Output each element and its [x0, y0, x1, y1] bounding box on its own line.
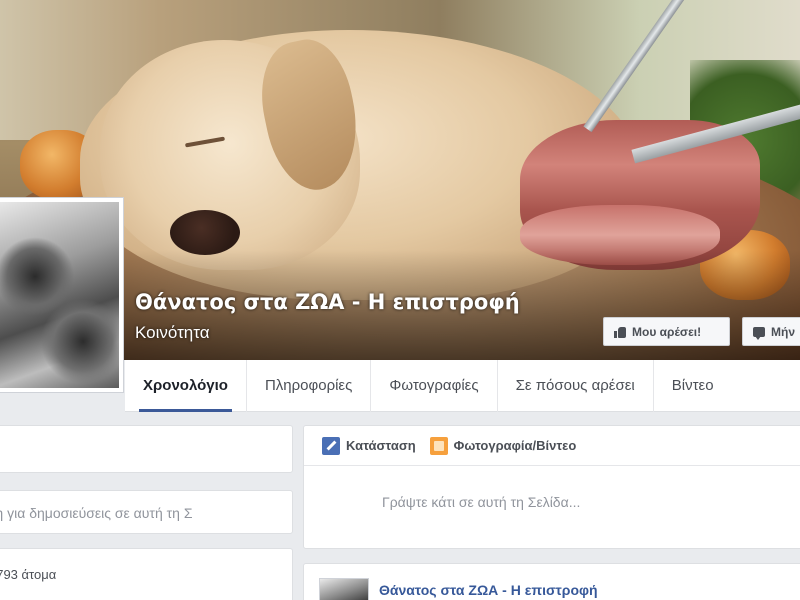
tab-about[interactable]: Πληροφορίες: [247, 359, 372, 412]
timeline-post: Θάνατος στα ΖΩΑ - Η επιστροφή: [303, 563, 800, 600]
tab-label: Χρονολόγιο: [143, 377, 228, 394]
post-composer: Κατάσταση Φωτογραφία/Βίντεο Γράψτε κάτι …: [303, 425, 800, 549]
post-author-link[interactable]: Θάνατος στα ΖΩΑ - Η επιστροφή: [379, 582, 598, 598]
message-button-label: Μήν: [771, 324, 795, 339]
page-category[interactable]: Κοινότητα: [135, 323, 210, 343]
tab-likes[interactable]: Σε πόσους αρέσει: [498, 359, 654, 412]
photo-icon: [429, 436, 448, 455]
tab-label: Σε πόσους αρέσει: [515, 377, 635, 394]
pencil-icon: [322, 436, 340, 455]
composer-tab-photo-video[interactable]: Φωτογραφία/Βίντεο: [429, 436, 577, 455]
composer-text-input[interactable]: Γράψτε κάτι σε αυτή τη Σελίδα...: [382, 494, 580, 510]
thumbs-up-icon: [614, 326, 626, 338]
page-search-box[interactable]: ηση για δημοσιεύσεις σε αυτή τη Σ: [0, 490, 293, 534]
left-info-card: [0, 425, 293, 473]
message-icon: [753, 326, 765, 340]
page-title[interactable]: Θάνατος στα ΖΩΑ - Η επιστροφή: [135, 290, 520, 314]
profile-picture-image: [0, 202, 119, 388]
likes-card: : 793 άτομα: [0, 548, 293, 600]
profile-picture[interactable]: [0, 197, 124, 393]
likes-count[interactable]: : 793 άτομα: [0, 567, 56, 582]
like-button-label: Μου αρέσει!: [632, 324, 702, 339]
like-button[interactable]: Μου αρέσει!: [603, 317, 730, 346]
tab-timeline[interactable]: Χρονολόγιο: [125, 359, 247, 412]
cover-puppy-nose: [170, 210, 240, 255]
post-author-avatar[interactable]: [319, 578, 369, 600]
message-button[interactable]: Μήν: [742, 317, 800, 346]
composer-tab-label: Κατάσταση: [346, 438, 416, 453]
tab-photos[interactable]: Φωτογραφίες: [371, 359, 498, 412]
page-search-input[interactable]: ηση για δημοσιεύσεις σε αυτή τη Σ: [0, 505, 244, 521]
tab-videos[interactable]: Βίντεο: [654, 360, 732, 412]
composer-tabs: Κατάσταση Φωτογραφία/Βίντεο: [304, 426, 800, 466]
tab-label: Φωτογραφίες: [389, 377, 479, 394]
tab-label: Βίντεο: [671, 377, 714, 394]
composer-tab-label: Φωτογραφία/Βίντεο: [453, 438, 577, 453]
page-tab-bar: Χρονολόγιο Πληροφορίες Φωτογραφίες Σε πό…: [125, 359, 800, 412]
tab-label: Πληροφορίες: [264, 377, 353, 394]
composer-tab-status[interactable]: Κατάσταση: [322, 436, 416, 455]
